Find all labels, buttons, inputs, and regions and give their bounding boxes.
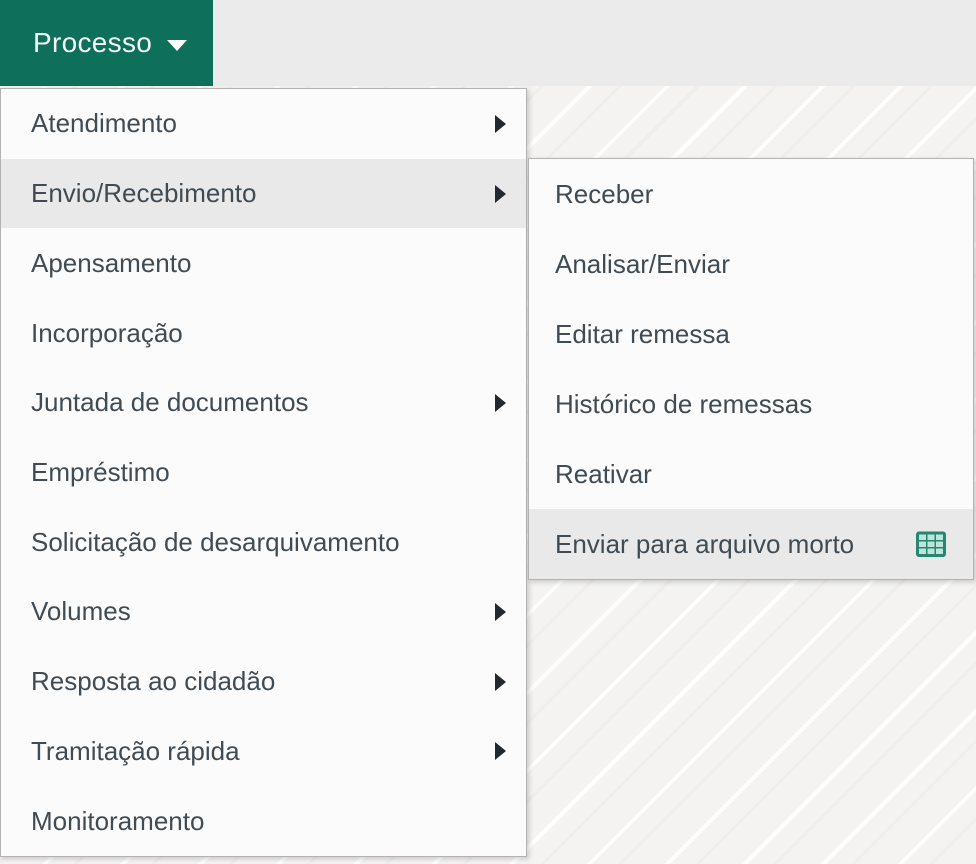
submenu-arrow-icon (495, 672, 506, 691)
processo-menu-item-juntada-de-documentos[interactable]: Juntada de documentos (1, 368, 526, 438)
menu-item-label: Apensamento (31, 247, 192, 278)
processo-menu-item-tramitacao-rapida[interactable]: Tramitação rápida (1, 717, 526, 787)
envio-recebimento-item-analisar-enviar[interactable]: Analisar/Enviar (529, 229, 973, 299)
menu-item-label: Resposta ao cidadão (31, 666, 276, 697)
submenu-arrow-icon (495, 602, 506, 621)
processo-menu-item-envio-recebimento[interactable]: Envio/Recebimento (1, 158, 526, 229)
menu-item-label: Solicitação de desarquivamento (31, 526, 400, 557)
processo-menu-item-resposta-ao-cidadao[interactable]: Resposta ao cidadão (1, 647, 526, 717)
caret-down-icon (167, 39, 188, 51)
processo-menu-button-label: Processo (33, 27, 153, 58)
menu-item-label: Juntada de documentos (31, 387, 309, 418)
menu-item-label: Incorporação (31, 317, 183, 348)
submenu-arrow-icon (495, 114, 506, 133)
menu-item-label: Volumes (31, 596, 131, 627)
processo-menu-item-atendimento[interactable]: Atendimento (1, 89, 526, 159)
processo-menu-item-apensamento[interactable]: Apensamento (1, 228, 526, 298)
processo-menu-item-solicitacao-de-desarquivamento[interactable]: Solicitação de desarquivamento (1, 507, 526, 577)
processo-menu-item-monitoramento[interactable]: Monitoramento (1, 786, 526, 856)
submenu-arrow-icon (495, 742, 506, 761)
menu-item-label: Receber (555, 178, 654, 209)
processo-dropdown-menu: Atendimento Envio/Recebimento Apensamento I… (0, 88, 527, 857)
menu-item-label: Atendimento (31, 108, 177, 139)
envio-recebimento-item-editar-remessa[interactable]: Editar remessa (529, 299, 973, 369)
menu-item-label: Histórico de remessas (555, 388, 813, 419)
envio-recebimento-item-historico-de-remessas[interactable]: Histórico de remessas (529, 369, 973, 439)
envio-recebimento-item-receber[interactable]: Receber (529, 159, 973, 229)
menu-item-label: Analisar/Enviar (555, 248, 730, 279)
menu-item-label: Editar remessa (555, 318, 730, 349)
processo-menu-item-emprestimo[interactable]: Empréstimo (1, 438, 526, 508)
envio-recebimento-item-reativar[interactable]: Reativar (529, 439, 973, 509)
menu-item-label: Envio/Recebimento (31, 178, 257, 209)
table-icon (915, 530, 947, 559)
menu-item-label: Reativar (555, 458, 652, 489)
menu-item-label: Enviar para arquivo morto (555, 528, 855, 559)
envio-recebimento-submenu: Receber Analisar/Enviar Editar remessa Hist… (528, 158, 974, 580)
processo-menu-item-volumes[interactable]: Volumes (1, 577, 526, 647)
menu-item-label: Monitoramento (31, 805, 205, 836)
envio-recebimento-item-enviar-para-arquivo-morto[interactable]: Enviar para arquivo morto (529, 509, 973, 579)
submenu-arrow-icon (495, 184, 506, 203)
processo-menu-item-incorporacao[interactable]: Incorporação (1, 298, 526, 368)
menu-item-label: Tramitação rápida (31, 735, 240, 766)
processo-menu-button[interactable]: Processo (0, 0, 213, 86)
menu-item-label: Empréstimo (31, 456, 170, 487)
submenu-arrow-icon (495, 393, 506, 412)
